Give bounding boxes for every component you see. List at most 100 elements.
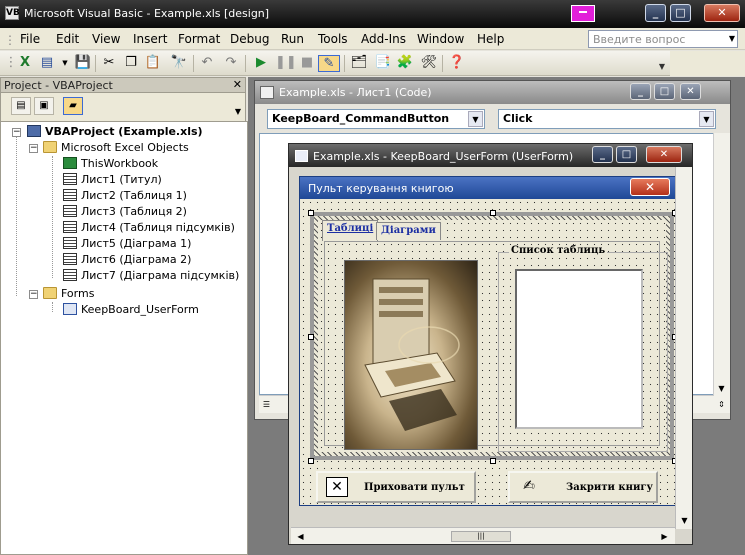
- userform-vertical-scrollbar[interactable]: ▼: [675, 167, 692, 529]
- scroll-right-icon[interactable]: ▶: [657, 529, 672, 544]
- cut-icon[interactable]: ✂: [100, 55, 118, 72]
- menu-debug[interactable]: Debug: [230, 32, 269, 46]
- menu-window[interactable]: Window: [417, 32, 464, 46]
- toolbox-icon[interactable]: 🛠: [420, 55, 438, 72]
- object-browser-icon[interactable]: 🧩: [396, 55, 414, 72]
- tree-item-sheet4[interactable]: Лист4 (Таблиця підсумків): [63, 220, 235, 236]
- copy-icon[interactable]: ❐: [122, 55, 140, 72]
- menu-tools[interactable]: Tools: [318, 32, 348, 46]
- close-button[interactable]: ✕: [646, 146, 682, 163]
- userform-window-titlebar: Example.xls - KeepBoard_UserForm (UserFo…: [289, 144, 692, 167]
- maximize-button[interactable]: □: [654, 83, 675, 100]
- tree-item-label: Лист6 (Діаграма 2): [81, 253, 192, 266]
- break-icon[interactable]: ❚❚: [275, 55, 297, 72]
- menu-format[interactable]: Format: [178, 32, 220, 46]
- userform-horizontal-scrollbar[interactable]: ◀ ||| ▶: [291, 527, 675, 544]
- split-bar[interactable]: ⇕: [714, 397, 729, 412]
- menubar-grip: ⋮: [4, 33, 16, 47]
- tree-folder-excel-objects[interactable]: Microsoft Excel Objects: [43, 140, 189, 156]
- chevron-down-icon[interactable]: ▼: [235, 107, 241, 116]
- collapse-icon[interactable]: −: [29, 290, 38, 299]
- redo-icon[interactable]: ↷: [222, 55, 240, 72]
- code-vertical-scrollbar[interactable]: ▼ ⇕: [713, 133, 730, 413]
- resize-handle[interactable]: [490, 210, 496, 216]
- scroll-left-icon[interactable]: ◀: [293, 529, 308, 544]
- resize-handle[interactable]: [308, 210, 314, 216]
- maximize-button[interactable]: □: [670, 4, 691, 22]
- tree-item-sheet5[interactable]: Лист5 (Діаграма 1): [63, 236, 191, 252]
- workbook-icon: [63, 157, 77, 169]
- minimize-button[interactable]: _: [592, 146, 613, 163]
- design-mode-icon[interactable]: ✎: [318, 55, 340, 72]
- tree-item-sheet2[interactable]: Лист2 (Таблиця 1): [63, 188, 187, 204]
- help-question-input[interactable]: Введите вопрос ▼: [588, 30, 738, 48]
- hide-panel-button[interactable]: ✕ Приховати пульт: [316, 471, 476, 503]
- minimize-button[interactable]: _: [630, 83, 651, 100]
- reset-icon[interactable]: ■: [298, 55, 316, 72]
- find-icon[interactable]: 🔭: [170, 55, 188, 72]
- tree-item-sheet6[interactable]: Лист6 (Діаграма 2): [63, 252, 191, 268]
- tab-tables[interactable]: Таблиці: [322, 220, 379, 241]
- collapse-icon[interactable]: −: [12, 128, 21, 137]
- resize-handle[interactable]: [308, 334, 314, 340]
- scrollbar-thumb[interactable]: |||: [451, 531, 511, 542]
- tree-item-thisworkbook[interactable]: ThisWorkbook: [63, 156, 158, 172]
- close-workbook-button[interactable]: ✍ Закрити книгу: [508, 471, 658, 503]
- menu-addins[interactable]: Add-Ins: [361, 32, 406, 46]
- maximize-button[interactable]: □: [616, 146, 637, 163]
- resize-handle[interactable]: [308, 458, 314, 464]
- object-combo[interactable]: KeepBoard_CommandButton ▼: [267, 109, 485, 129]
- menu-edit[interactable]: Edit: [56, 32, 79, 46]
- menu-insert[interactable]: Insert: [133, 32, 167, 46]
- procedure-combo[interactable]: Click ▼: [498, 109, 716, 129]
- chevron-down-icon[interactable]: ▼: [699, 111, 714, 127]
- view-code-button[interactable]: ▤: [11, 97, 31, 115]
- run-icon[interactable]: ▶: [252, 55, 270, 72]
- userform-window-title: Example.xls - KeepBoard_UserForm (UserFo…: [313, 150, 574, 163]
- insert-userform-icon[interactable]: ▤: [38, 55, 56, 72]
- toolbar-options-icon[interactable]: ▼: [656, 60, 668, 74]
- vba-app-icon[interactable]: VB: [5, 6, 20, 20]
- userform-close-button[interactable]: ✕: [630, 178, 670, 196]
- properties-icon[interactable]: 📑: [374, 55, 392, 72]
- menu-view[interactable]: View: [92, 32, 120, 46]
- tree-item-sheet1[interactable]: Лист1 (Титул): [63, 172, 162, 188]
- close-icon: ✕: [326, 477, 348, 497]
- procedure-view-icon[interactable]: ☰: [259, 397, 274, 412]
- tree-item-label: Лист4 (Таблиця підсумків): [81, 221, 235, 234]
- view-object-button[interactable]: ▣: [34, 97, 54, 115]
- language-bar-icon[interactable]: [571, 5, 595, 22]
- table-listbox[interactable]: [515, 269, 643, 429]
- project-explorer-icon[interactable]: 🗂: [350, 55, 368, 72]
- tree-folder-forms[interactable]: Forms: [43, 286, 94, 302]
- tree-item-sheet7[interactable]: Лист7 (Діаграма підсумків): [63, 268, 239, 284]
- chevron-down-icon[interactable]: ▼: [468, 111, 483, 127]
- toggle-folders-button[interactable]: ▰: [63, 97, 83, 115]
- chevron-down-icon[interactable]: ▼: [56, 55, 74, 72]
- close-button[interactable]: ✕: [704, 4, 740, 22]
- userform[interactable]: Пульт керування книгою ✕ Таблиці Діаграм…: [299, 176, 681, 506]
- close-icon[interactable]: ✕: [233, 78, 242, 91]
- collapse-icon[interactable]: −: [29, 144, 38, 153]
- scroll-down-icon[interactable]: ▼: [714, 381, 729, 396]
- worksheet-icon: [63, 173, 77, 185]
- undo-icon[interactable]: ↶: [198, 55, 216, 72]
- menu-help[interactable]: Help: [477, 32, 504, 46]
- menu-file[interactable]: File: [20, 32, 40, 46]
- help-icon[interactable]: ❓: [448, 55, 466, 72]
- multipage-control[interactable]: Таблиці Діаграми Список таблиць: [308, 210, 678, 464]
- tree-item-userform[interactable]: KeepBoard_UserForm: [63, 302, 199, 318]
- minimize-button[interactable]: _: [645, 4, 666, 22]
- menu-run[interactable]: Run: [281, 32, 304, 46]
- tree-project-root[interactable]: VBAProject (Example.xls): [27, 124, 203, 140]
- excel-icon[interactable]: X: [16, 55, 34, 72]
- tab-charts[interactable]: Діаграми: [376, 222, 441, 240]
- paste-icon[interactable]: 📋: [144, 55, 162, 72]
- save-icon[interactable]: 💾: [74, 55, 92, 72]
- scroll-down-icon[interactable]: ▼: [677, 513, 692, 528]
- close-button[interactable]: ✕: [680, 83, 701, 100]
- resize-handle[interactable]: [490, 458, 496, 464]
- tree-item-sheet3[interactable]: Лист3 (Таблиця 2): [63, 204, 187, 220]
- computer-picture-image[interactable]: [344, 260, 478, 450]
- chevron-down-icon[interactable]: ▼: [729, 34, 735, 43]
